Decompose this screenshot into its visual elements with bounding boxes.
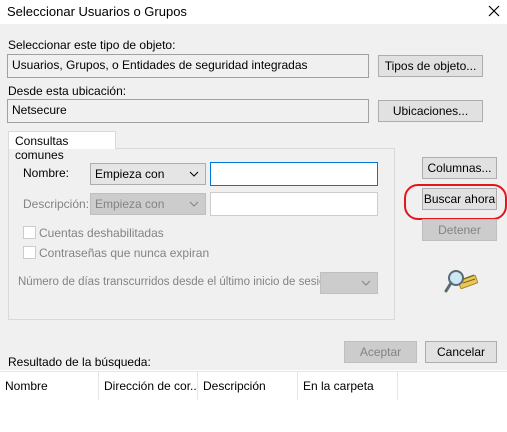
non-expiring-passwords-label: Contraseñas que nunca expiran [39,246,210,260]
disabled-accounts-label: Cuentas deshabilitadas [39,226,164,240]
name-label: Nombre: [23,166,70,180]
chevron-down-icon [189,171,199,177]
stop-button[interactable]: Detener [422,219,497,241]
object-types-button[interactable]: Tipos de objeto... [378,55,483,77]
column-header-description[interactable]: Descripción [198,372,298,400]
days-since-logon-label: Número de días transcurridos desde el úl… [18,276,336,288]
location-field: Netsecure [7,99,369,123]
column-header-email[interactable]: Dirección de cor... [99,372,198,400]
location-label: Desde esta ubicación: [8,84,127,98]
disabled-accounts-checkbox[interactable] [23,226,36,239]
results-table-header: Nombre Dirección de cor... Descripción E… [0,371,507,400]
object-type-field: Usuarios, Grupos, o Entidades de segurid… [7,54,369,78]
name-input[interactable] [210,162,378,186]
description-match-select[interactable]: Empieza con [90,193,206,215]
search-icon [444,266,480,298]
name-match-select[interactable]: Empieza con [90,163,206,185]
non-expiring-passwords-checkbox[interactable] [23,246,36,259]
column-header-folder[interactable]: En la carpeta [298,372,398,400]
column-header-name[interactable]: Nombre [0,372,99,400]
locations-button[interactable]: Ubicaciones... [378,100,483,122]
description-label: Descripción: [23,197,90,211]
object-type-label: Seleccionar este tipo de objeto: [8,38,176,52]
chevron-down-icon [189,201,199,207]
accept-button[interactable]: Aceptar [344,341,417,363]
description-match-value: Empieza con [95,197,165,211]
search-now-button[interactable]: Buscar ahora [422,188,497,210]
tab-common-queries[interactable]: Consultas comunes [8,131,116,162]
columns-button[interactable]: Columnas... [422,157,497,179]
close-button[interactable] [480,0,507,22]
name-match-value: Empieza con [95,167,165,181]
days-since-logon-select[interactable] [320,272,378,294]
search-results-label: Resultado de la búsqueda: [8,355,151,369]
close-icon [488,5,499,17]
chevron-down-icon [361,280,371,286]
cancel-button[interactable]: Cancelar [425,341,497,363]
description-input[interactable] [210,192,378,216]
window-title: Seleccionar Usuarios o Grupos [7,4,187,19]
